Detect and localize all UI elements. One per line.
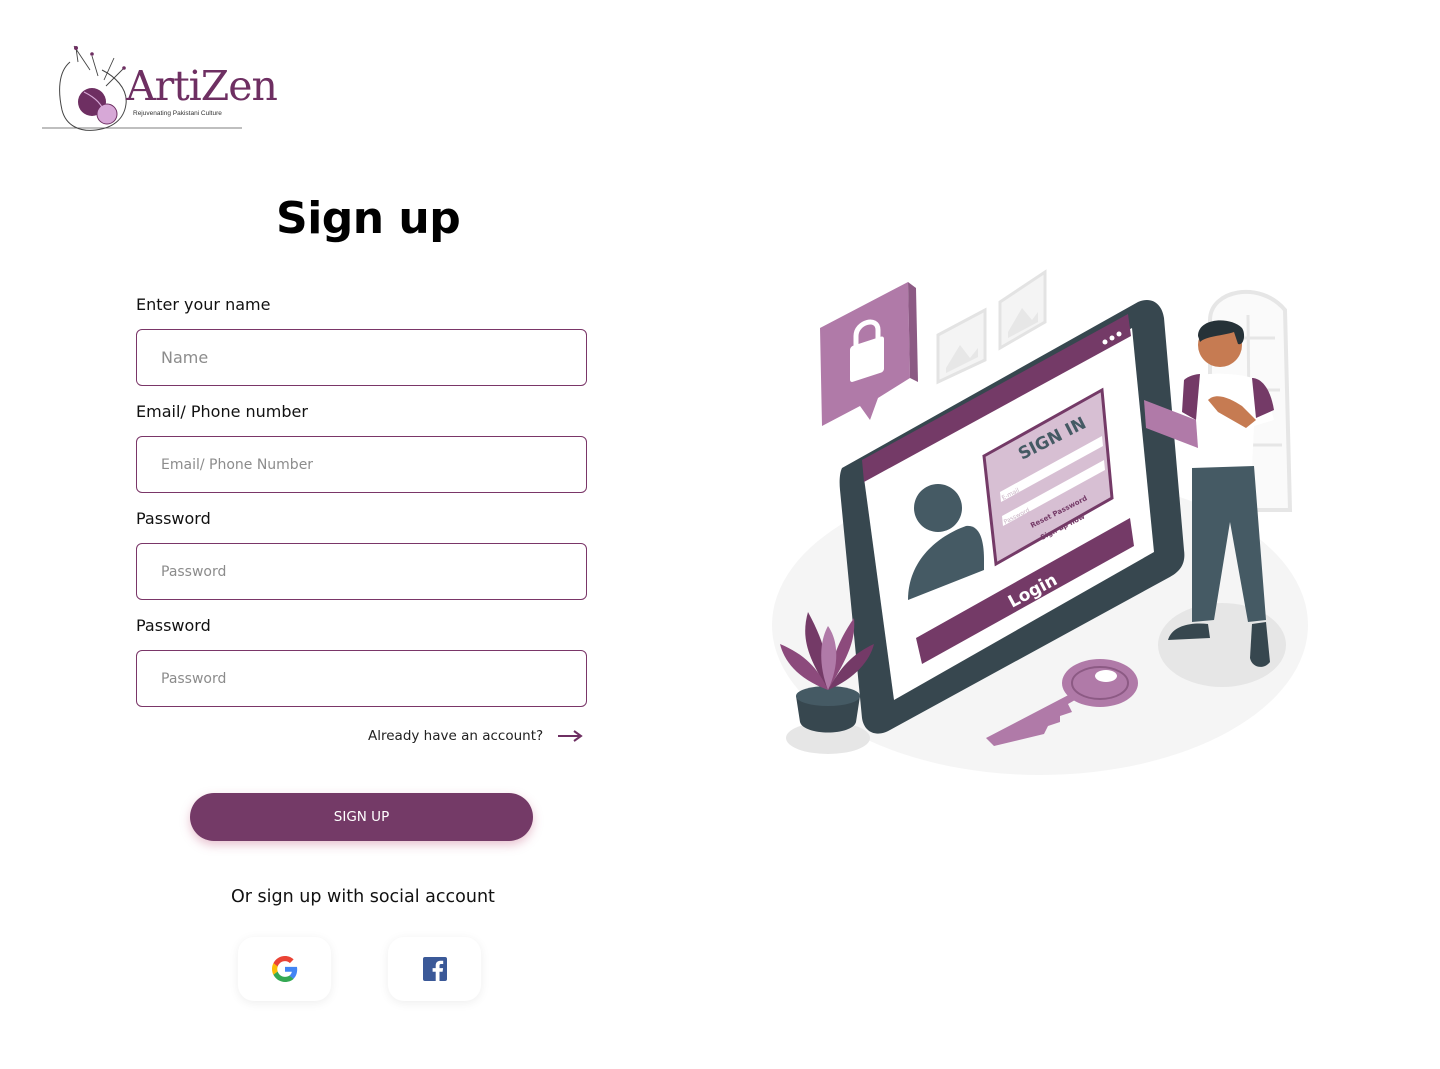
page-title: Sign up (276, 193, 461, 244)
confirm-password-field-box[interactable] (136, 650, 587, 707)
brand-name: ArtiZen (126, 62, 278, 110)
email-phone-label: Email/ Phone number (136, 402, 308, 421)
confirm-password-input[interactable] (161, 670, 586, 687)
name-input[interactable] (161, 348, 586, 367)
email-phone-input[interactable] (161, 456, 586, 473)
google-icon (271, 956, 297, 982)
sign-up-button[interactable]: SIGN UP (190, 793, 533, 841)
google-signup-button[interactable] (238, 937, 331, 1001)
facebook-signup-button[interactable] (388, 937, 481, 1001)
brand-tagline: Rejuvenating Pakistani Culture (133, 110, 222, 117)
social-signup-heading: Or sign up with social account (231, 887, 495, 907)
facebook-icon (422, 957, 447, 981)
name-label: Enter your name (136, 295, 271, 314)
name-field-box[interactable] (136, 329, 587, 386)
password-label: Password (136, 509, 211, 528)
password-input[interactable] (161, 563, 586, 580)
email-phone-field-box[interactable] (136, 436, 587, 493)
brand-logo[interactable]: ArtiZen Rejuvenating Pakistani Culture (40, 40, 280, 140)
confirm-password-label: Password (136, 616, 211, 635)
device-login-illustration: SIGN IN E-mail Password Reset Password S… (772, 269, 1308, 775)
password-field-box[interactable] (136, 543, 587, 600)
arrow-right-icon (558, 730, 583, 742)
login-link-text: Already have an account? (368, 728, 544, 744)
signin-illustration: SIGN IN E-mail Password Reset Password S… (760, 260, 1320, 790)
login-link[interactable]: Already have an account? (368, 728, 583, 744)
